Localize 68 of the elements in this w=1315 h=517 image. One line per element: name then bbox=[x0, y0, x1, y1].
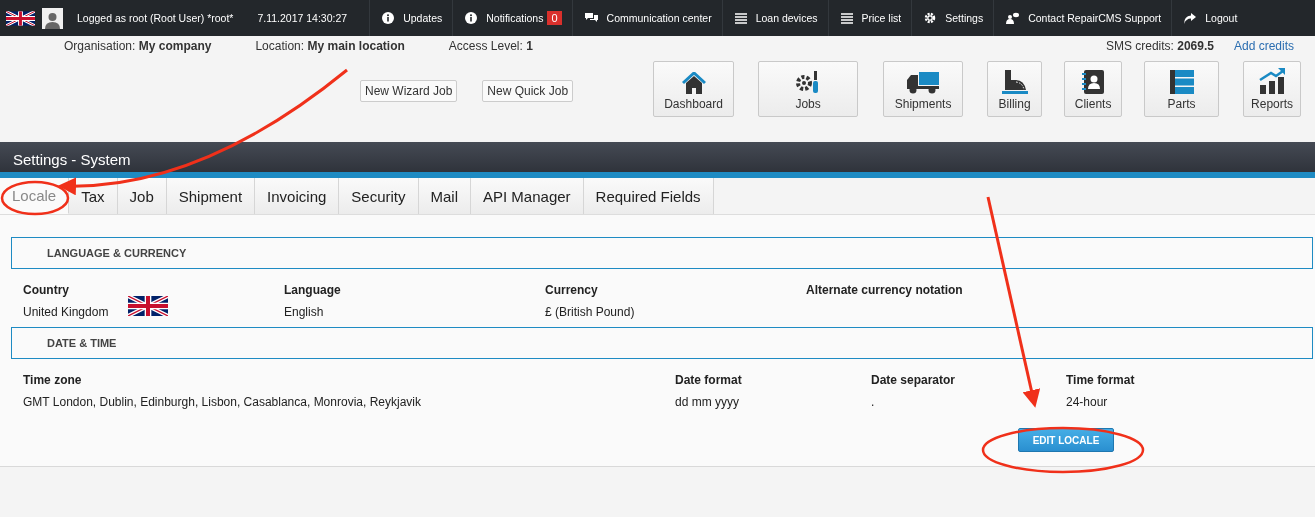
flag-icon bbox=[6, 10, 35, 26]
top-bar-link[interactable]: Logout bbox=[1171, 0, 1243, 36]
nav-tile-button[interactable]: Parts bbox=[1144, 61, 1220, 117]
bar-chart-icon bbox=[1259, 68, 1286, 94]
nav-tile-button[interactable]: Dashboard bbox=[653, 61, 735, 117]
top-bar-link[interactable]: Settings bbox=[911, 0, 994, 36]
nav-tile-button[interactable]: Jobs bbox=[758, 61, 859, 117]
field-value: GMT London, Dublin, Edinburgh, Lisbon, Casablanca, Monrovia, Reykjavik bbox=[23, 395, 421, 409]
field-value: 24-hour bbox=[1066, 395, 1108, 409]
page-title: Settings - System bbox=[13, 151, 131, 168]
house-icon bbox=[681, 72, 706, 94]
settings-tab[interactable]: Required Fields bbox=[583, 178, 714, 214]
field-label: Date format bbox=[675, 373, 743, 389]
notification-badge: 0 bbox=[547, 11, 562, 25]
server-icon bbox=[1169, 70, 1194, 94]
gear-icon bbox=[924, 12, 937, 24]
field-label: Date separator bbox=[871, 373, 957, 389]
field-label: Time format bbox=[1066, 373, 1136, 389]
field-label: Country bbox=[23, 283, 70, 299]
settings-tab[interactable]: Shipment bbox=[166, 178, 256, 214]
info-icon bbox=[465, 12, 478, 24]
date-time: 7.11.2017 14:30:27 bbox=[257, 12, 348, 24]
settings-tab[interactable]: Invoicing bbox=[255, 178, 340, 214]
list-icon bbox=[840, 12, 853, 24]
top-bar-link[interactable]: Updates bbox=[369, 0, 453, 36]
info-icon bbox=[382, 12, 395, 24]
nav-tile-button[interactable]: Billing bbox=[987, 61, 1043, 117]
list-icon bbox=[734, 12, 747, 24]
address-book-icon bbox=[1082, 70, 1105, 94]
settings-tab[interactable]: Job bbox=[117, 178, 167, 214]
field-label: Time zone bbox=[23, 373, 83, 389]
info-text: Location: My main location bbox=[255, 39, 405, 53]
top-bar-link[interactable]: Loan devices bbox=[721, 0, 828, 36]
avatar-icon bbox=[42, 7, 63, 29]
field-label: Language bbox=[284, 283, 342, 299]
annotation-ellipse bbox=[0, 180, 70, 216]
top-bar-link[interactable]: Contact RepairCMS Support bbox=[993, 0, 1172, 36]
field-value: £ (British Pound) bbox=[545, 305, 635, 319]
field-value: dd mm yyyy bbox=[675, 395, 739, 409]
nav-tile-button[interactable]: Reports bbox=[1243, 61, 1302, 117]
truck-icon bbox=[907, 72, 940, 94]
section-title: DATE & TIME bbox=[47, 337, 117, 349]
field-value: English bbox=[284, 305, 324, 319]
info-text: Organisation: My company bbox=[64, 39, 212, 53]
new-job-button[interactable]: New Wizard Job bbox=[360, 80, 458, 102]
user-name: Logged as root (Root User) *root* bbox=[77, 12, 234, 24]
section-title: LANGUAGE & CURRENCY bbox=[47, 247, 187, 259]
new-job-button[interactable]: New Quick Job bbox=[482, 80, 574, 102]
settings-tab[interactable]: Security bbox=[339, 178, 419, 214]
field-label: Alternate currency notation bbox=[806, 283, 964, 299]
info-text: Access Level: 1 bbox=[448, 39, 533, 53]
support-icon bbox=[1006, 12, 1020, 24]
cash-register-icon bbox=[1001, 70, 1028, 94]
top-bar-link[interactable]: Communication center bbox=[571, 0, 722, 36]
nav-tile-button[interactable]: Shipments bbox=[883, 61, 964, 117]
add-credits-link[interactable]: Add credits bbox=[1233, 39, 1294, 53]
settings-tab[interactable]: API Manager bbox=[471, 178, 584, 214]
flag-icon bbox=[128, 296, 169, 316]
field-label: Currency bbox=[545, 283, 599, 299]
share-arrow-icon bbox=[1184, 12, 1197, 24]
chat-icon bbox=[584, 12, 598, 24]
settings-tab[interactable]: Mail bbox=[418, 178, 471, 214]
sms-credits: SMS credits: 2069.5 bbox=[1105, 39, 1214, 53]
top-bar-link[interactable]: Notifications 0 bbox=[452, 0, 572, 36]
field-value: United Kingdom bbox=[23, 305, 109, 319]
field-value: . bbox=[871, 395, 875, 409]
nav-tile-button[interactable]: Clients bbox=[1064, 61, 1123, 117]
top-bar-link[interactable]: Price list bbox=[827, 0, 912, 36]
